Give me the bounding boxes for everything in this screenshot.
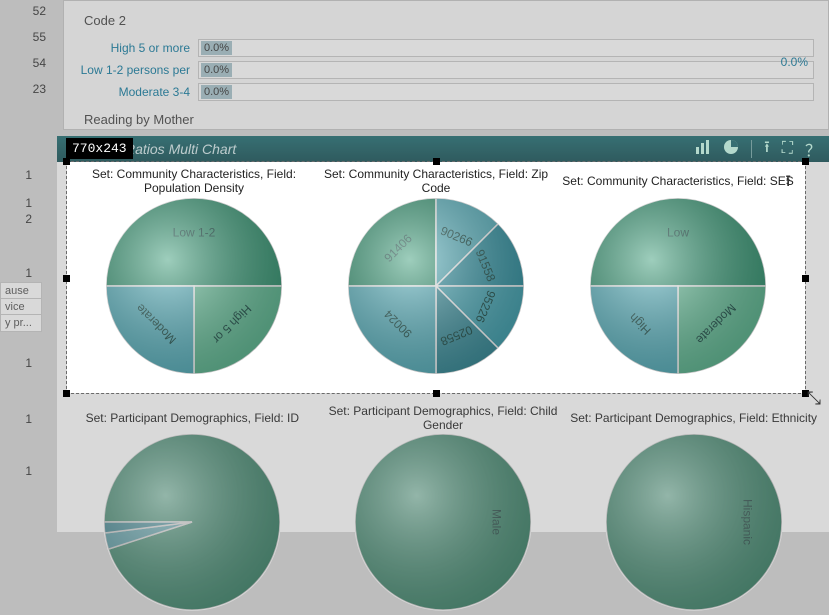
- bar-total-pct: 0.0%: [781, 55, 808, 69]
- bar-label: Moderate 3-4: [78, 85, 198, 99]
- help-icon[interactable]: ？: [805, 137, 821, 161]
- pie-chart[interactable]: Male: [353, 432, 533, 612]
- code-label: Code 2: [84, 13, 814, 28]
- bar-label: Low 1-2 persons per: [78, 63, 198, 77]
- reading-by-mother-label: Reading by Mother: [84, 112, 814, 127]
- bar-track: 0.0%: [198, 83, 814, 101]
- pie-chart-cell: Set: Participant Demographics, Field: Ch…: [318, 404, 568, 612]
- chart-body: Set: Participant Demographics, Field: ID…: [57, 162, 829, 532]
- bar-row: Low 1-2 persons per 0.0%: [78, 60, 814, 80]
- export-icon[interactable]: ⭱: [764, 136, 770, 163]
- pie-chart-cell: Set: Participant Demographics, Field: Et…: [569, 404, 819, 612]
- count-badge: 2: [25, 212, 32, 226]
- row-number: 55: [33, 30, 46, 44]
- top-bar-panel: Code 2 High 5 or more 0.0% Low 1-2 perso…: [63, 0, 829, 130]
- bar-track: 0.0%: [198, 39, 814, 57]
- bar-chart-icon[interactable]: [695, 140, 711, 159]
- pie-chart-icon[interactable]: [723, 139, 739, 160]
- count-badge: 1: [25, 412, 32, 426]
- count-badge: 1: [25, 168, 32, 182]
- fullscreen-icon[interactable]: ⛶: [782, 140, 793, 158]
- panel-header[interactable]: Ratios Multi Chart ⭱ ⛶ ？: [57, 136, 829, 162]
- count-badge: 1: [25, 266, 32, 280]
- pie-chart[interactable]: Hispanic: [604, 432, 784, 612]
- count-badge: 1: [25, 464, 32, 478]
- bar-pct: 0.0%: [201, 41, 232, 55]
- toolbar-divider: [751, 140, 752, 158]
- row-number: 23: [33, 82, 46, 96]
- svg-text:Male: Male: [490, 509, 504, 535]
- count-badge: 1: [25, 196, 32, 210]
- bar-track: 0.0%: [198, 61, 814, 79]
- bar-pct: 0.0%: [201, 85, 232, 99]
- bar-pct: 0.0%: [201, 63, 232, 77]
- bar-row: Moderate 3-4 0.0%: [78, 82, 814, 102]
- bar-row: High 5 or more 0.0%: [78, 38, 814, 58]
- left-sidebar-fragment: 52 55 54 23 1 1 2 1 ause vice y pr... 1 …: [0, 0, 50, 523]
- pie-caption: Set: Participant Demographics, Field: Ch…: [318, 404, 568, 432]
- bar-label: High 5 or more: [78, 41, 198, 55]
- pie-chart[interactable]: [102, 432, 282, 612]
- ratios-multi-chart-panel: Ratios Multi Chart ⭱ ⛶ ？ Set: Participan…: [57, 136, 829, 532]
- row-number: 52: [33, 4, 46, 18]
- pie-chart-cell: Set: Participant Demographics, Field: ID: [67, 404, 317, 612]
- truncated-label: y pr...: [0, 314, 42, 332]
- row-number: 54: [33, 56, 46, 70]
- count-badge: 1: [25, 356, 32, 370]
- svg-text:Hispanic: Hispanic: [740, 499, 754, 545]
- panel-title: Ratios Multi Chart: [65, 141, 695, 157]
- pie-caption: Set: Participant Demographics, Field: ID: [67, 404, 317, 432]
- pie-caption: Set: Participant Demographics, Field: Et…: [569, 404, 819, 432]
